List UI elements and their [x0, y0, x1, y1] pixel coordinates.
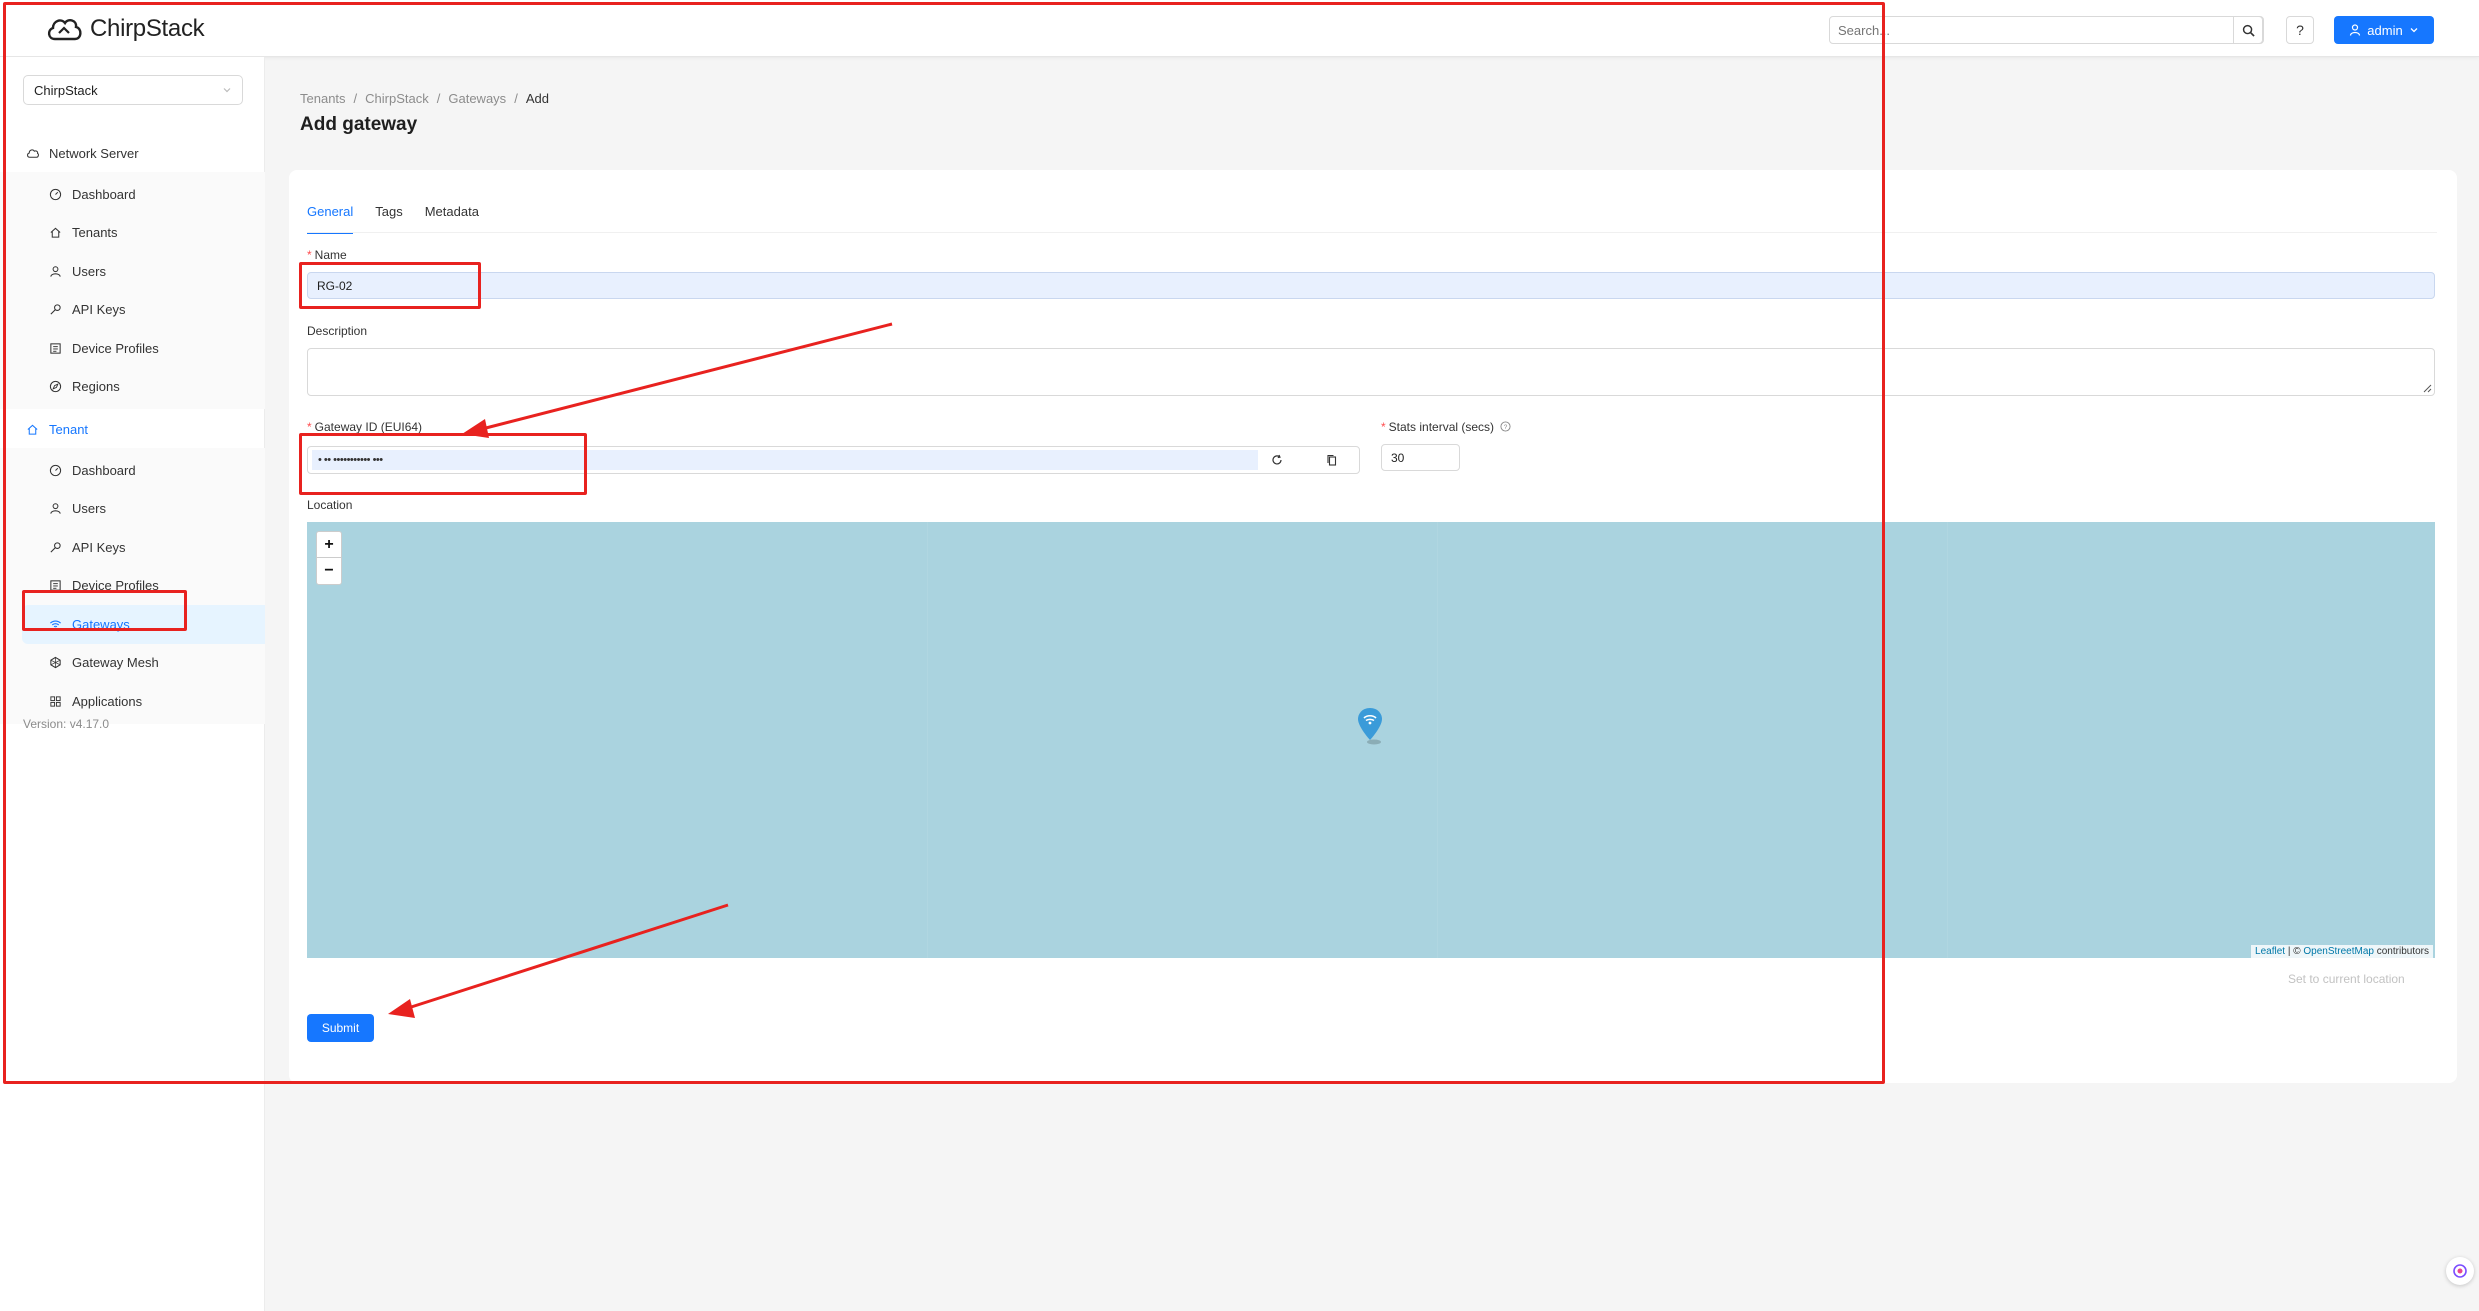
search-box[interactable] — [1829, 16, 2264, 44]
resize-handle-icon[interactable] — [2422, 383, 2432, 393]
annotation-gateway-id-box — [299, 433, 587, 495]
search-input[interactable] — [1830, 17, 2230, 43]
chevron-down-icon — [2410, 28, 2418, 33]
annotation-name-box — [299, 262, 481, 309]
map-attribution: Leaflet | © OpenStreetMap contributors — [2251, 945, 2433, 958]
map-tile-seam — [1947, 522, 1948, 958]
attribution-tail: contributors — [2373, 946, 2429, 957]
osm-link[interactable]: OpenStreetMap — [2303, 946, 2374, 957]
leaflet-link[interactable]: Leaflet — [2255, 946, 2285, 957]
help-button[interactable]: ? — [2286, 16, 2314, 44]
annotation-outer-box — [3, 2, 1885, 1084]
user-menu-button[interactable]: admin — [2334, 16, 2434, 44]
search-button[interactable] — [2233, 16, 2263, 44]
user-icon — [2350, 24, 2361, 36]
attribution-separator: | © — [2285, 946, 2304, 957]
assistant-icon[interactable] — [2446, 1257, 2474, 1285]
set-current-location-link[interactable]: Set to current location — [2288, 972, 2405, 986]
annotation-gateways-box — [22, 590, 187, 631]
search-icon — [2242, 24, 2255, 37]
user-name: admin — [2367, 22, 2403, 38]
